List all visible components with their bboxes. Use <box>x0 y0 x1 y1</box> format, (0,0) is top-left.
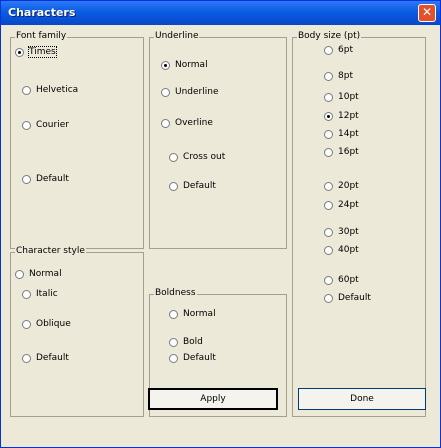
radio-icon <box>324 293 333 303</box>
underline-legend: Underline <box>154 31 200 41</box>
radio-label: Default <box>183 353 216 363</box>
font-family-option-helvetica[interactable]: Helvetica <box>22 85 78 95</box>
radio-checked-icon <box>15 47 24 57</box>
boldness-option-default[interactable]: Default <box>169 353 216 363</box>
title-bar[interactable]: Characters ✕ <box>1 1 440 25</box>
radio-label: Default <box>36 174 69 184</box>
body-size-option-40pt[interactable]: 40pt <box>324 245 359 255</box>
radio-label: Normal <box>175 60 208 70</box>
radio-icon <box>324 71 333 81</box>
character-style-legend: Character style <box>15 246 86 256</box>
body-size-option-30pt[interactable]: 30pt <box>324 227 359 237</box>
radio-icon <box>324 129 333 139</box>
body-size-option-60pt[interactable]: 60pt <box>324 275 359 285</box>
radio-label: Normal <box>29 269 62 279</box>
radio-label: Courier <box>36 120 69 130</box>
body-size-option-6pt[interactable]: 6pt <box>324 45 353 55</box>
radio-icon <box>161 87 170 97</box>
character-style-option-oblique[interactable]: Oblique <box>22 319 71 329</box>
body-size-option-default[interactable]: Default <box>324 293 371 303</box>
radio-icon <box>324 92 333 102</box>
radio-label: 8pt <box>338 71 353 81</box>
radio-icon <box>324 245 333 255</box>
radio-label: Cross out <box>183 152 226 162</box>
radio-icon <box>22 120 31 130</box>
close-icon[interactable]: ✕ <box>418 4 436 22</box>
boldness-legend: Boldness <box>154 288 197 298</box>
radio-icon <box>324 45 333 55</box>
underline-option-default[interactable]: Default <box>169 181 216 191</box>
font-family-group: Font family <box>10 31 144 249</box>
radio-label: Default <box>338 293 371 303</box>
radio-label: 12pt <box>338 111 359 121</box>
character-style-option-normal[interactable]: Normal <box>15 269 62 279</box>
body-size-option-8pt[interactable]: 8pt <box>324 71 353 81</box>
radio-icon <box>22 85 31 95</box>
done-button[interactable]: Done <box>298 388 426 410</box>
underline-option-normal[interactable]: Normal <box>161 60 208 70</box>
body-size-option-14pt[interactable]: 14pt <box>324 129 359 139</box>
radio-label: 6pt <box>338 45 353 55</box>
body-size-option-16pt[interactable]: 16pt <box>324 147 359 157</box>
underline-option-underline[interactable]: Underline <box>161 87 218 97</box>
radio-label: 60pt <box>338 275 359 285</box>
radio-icon <box>22 319 31 329</box>
underline-option-overline[interactable]: Overline <box>161 118 213 128</box>
font-family-legend: Font family <box>15 31 68 41</box>
body-size-option-12pt[interactable]: 12pt <box>324 111 359 121</box>
radio-label: Times <box>28 46 57 58</box>
radio-label: 14pt <box>338 129 359 139</box>
boldness-option-bold[interactable]: Bold <box>169 337 203 347</box>
radio-icon <box>169 353 178 363</box>
radio-label: Italic <box>36 289 58 299</box>
radio-icon <box>15 269 24 279</box>
character-style-option-default[interactable]: Default <box>22 353 69 363</box>
radio-icon <box>169 309 178 319</box>
radio-icon <box>324 181 333 191</box>
radio-icon <box>161 118 170 128</box>
body-size-option-10pt[interactable]: 10pt <box>324 92 359 102</box>
boldness-option-normal[interactable]: Normal <box>169 309 216 319</box>
radio-checked-icon <box>324 111 333 121</box>
radio-checked-icon <box>161 60 170 70</box>
characters-dialog: Characters ✕ Font family Times Helvetica… <box>0 0 441 448</box>
radio-icon <box>324 275 333 285</box>
radio-label: Bold <box>183 337 203 347</box>
radio-label: 10pt <box>338 92 359 102</box>
font-family-option-courier[interactable]: Courier <box>22 120 69 130</box>
font-family-option-times[interactable]: Times <box>15 46 57 58</box>
radio-icon <box>324 200 333 210</box>
radio-icon <box>22 353 31 363</box>
body-size-group: Body size (pt) <box>292 31 426 417</box>
radio-label: 20pt <box>338 181 359 191</box>
radio-label: 40pt <box>338 245 359 255</box>
radio-icon <box>324 147 333 157</box>
radio-label: Helvetica <box>36 85 79 95</box>
radio-label: 30pt <box>338 227 359 237</box>
body-size-legend: Body size (pt) <box>297 31 362 41</box>
body-size-option-24pt[interactable]: 24pt <box>324 200 359 210</box>
radio-label: Oblique <box>36 319 71 329</box>
apply-button[interactable]: Apply <box>148 388 278 410</box>
body-size-option-20pt[interactable]: 20pt <box>324 181 359 191</box>
radio-label: Default <box>36 353 69 363</box>
radio-label: 24pt <box>338 200 359 210</box>
underline-option-cross-out[interactable]: Cross out <box>169 152 225 162</box>
radio-label: Underline <box>175 87 219 97</box>
radio-icon <box>169 181 178 191</box>
radio-label: Default <box>183 181 216 191</box>
radio-label: 16pt <box>338 147 359 157</box>
radio-icon <box>324 227 333 237</box>
character-style-option-italic[interactable]: Italic <box>22 289 58 299</box>
font-family-option-default[interactable]: Default <box>22 174 69 184</box>
window-title: Characters <box>8 6 76 19</box>
radio-icon <box>22 289 31 299</box>
radio-icon <box>22 174 31 184</box>
radio-label: Overline <box>175 118 213 128</box>
radio-label: Normal <box>183 309 216 319</box>
radio-icon <box>169 337 178 347</box>
radio-icon <box>169 152 178 162</box>
